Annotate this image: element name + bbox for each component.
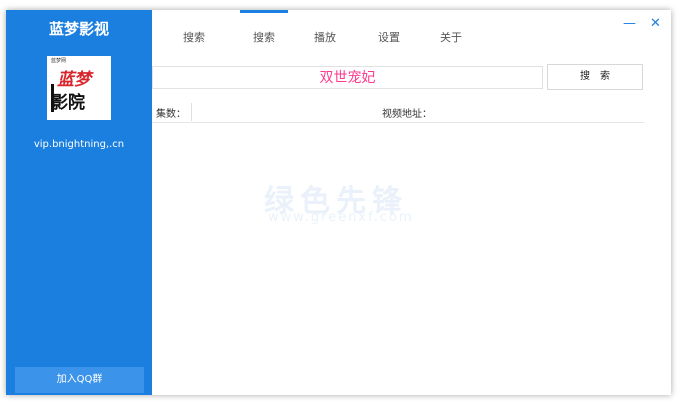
logo-small-text: 蓝梦网 — [51, 58, 67, 64]
site-url: vip.bnightning,.cn — [33, 139, 125, 150]
tab-about[interactable]: 关于 — [440, 29, 462, 45]
table-header-line — [152, 122, 644, 123]
tab-play[interactable]: 播放 — [314, 29, 336, 45]
column-episode: 集数： — [156, 109, 186, 120]
tab-settings[interactable]: 设置 — [378, 29, 400, 45]
watermark-sub: www.greenxf.com — [268, 210, 414, 225]
sidebar: 蓝梦影视 蓝梦网 蓝梦 影院 vip.bnightning,.cn 加入QQ群 — [6, 10, 152, 395]
column-video-url: 视频地址： — [382, 109, 432, 120]
join-qq-group-button[interactable]: 加入QQ群 — [15, 367, 144, 393]
app-window: 蓝梦影视 蓝梦网 蓝梦 影院 vip.bnightning,.cn 加入QQ群 … — [6, 10, 671, 395]
logo-line2: 影院 — [51, 93, 85, 113]
tab-search-2[interactable]: 搜索 — [253, 29, 275, 45]
app-title: 蓝梦影视 — [48, 20, 109, 38]
minimize-icon[interactable]: — — [623, 16, 636, 31]
close-icon[interactable]: ✕ — [650, 16, 661, 31]
app-logo: 蓝梦网 蓝梦 影院 — [47, 56, 111, 120]
logo-line1: 蓝梦 — [57, 70, 91, 90]
search-input[interactable]: 双世宠妃 — [152, 66, 543, 89]
column-divider — [191, 103, 192, 121]
search-button[interactable]: 搜 索 — [547, 64, 643, 90]
active-tab-indicator — [240, 10, 288, 13]
search-button-label: 搜 索 — [580, 71, 610, 82]
tab-search-1[interactable]: 搜索 — [183, 29, 205, 45]
